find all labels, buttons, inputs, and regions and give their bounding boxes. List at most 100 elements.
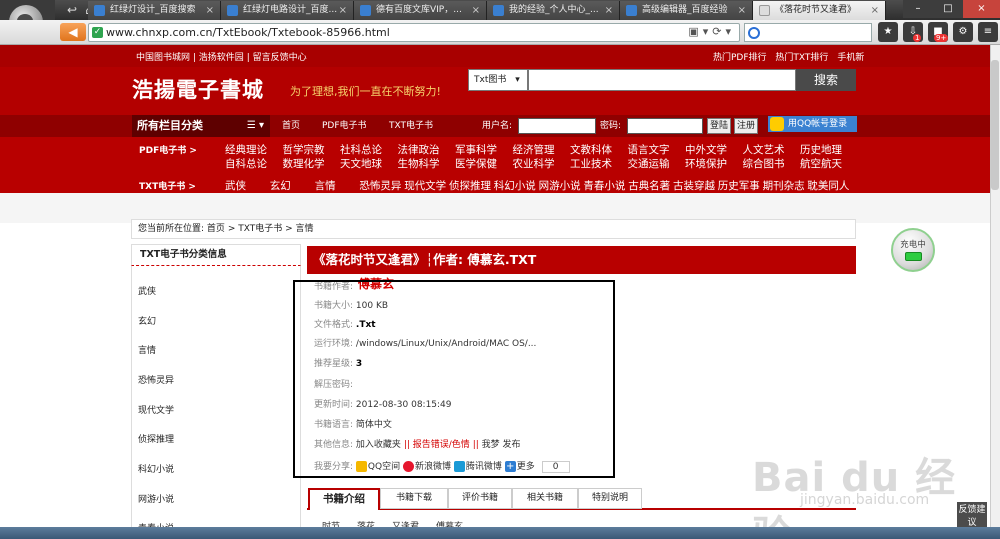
category-link[interactable]: 经典理论: [225, 142, 267, 157]
top-right-link[interactable]: 热门TXT排行: [775, 53, 828, 63]
top-link[interactable]: 留言反馈中心: [253, 53, 307, 63]
charging-widget[interactable]: 充电中: [891, 228, 935, 272]
tab-2[interactable]: 红绿灯电路设计_百度... ×: [221, 1, 354, 20]
close-tab-icon[interactable]: ×: [339, 1, 347, 20]
tab-related-books[interactable]: 相关书籍: [512, 488, 578, 509]
tab-special-note[interactable]: 特别说明: [578, 488, 642, 509]
back-arrow-icon[interactable]: ↩: [63, 2, 81, 18]
back-button[interactable]: ◀: [60, 23, 86, 41]
site-search-input[interactable]: [528, 69, 796, 91]
tab-5[interactable]: 高级编辑器_百度经验 ×: [620, 1, 753, 20]
category-link[interactable]: 经济管理: [513, 142, 555, 157]
list-menu-icon: ☰ ▾: [246, 120, 264, 131]
breadcrumb-txt[interactable]: TXT电子书: [238, 224, 282, 234]
sidebar-item[interactable]: 科幻小说: [138, 462, 174, 475]
category-link[interactable]: 军事科学: [455, 142, 497, 157]
all-categories-menu[interactable]: 所有栏目分类 ☰ ▾: [132, 115, 270, 137]
category-link[interactable]: 语言文字: [628, 142, 670, 157]
category-link[interactable]: 恐怖灵异: [359, 178, 401, 193]
minimize-icon[interactable]: –: [903, 0, 933, 18]
search-button[interactable]: 搜索: [796, 69, 856, 91]
address-bar[interactable]: ✓ www.chnxp.com.cn/TxtEbook/Txtebook-859…: [88, 23, 740, 42]
category-link[interactable]: 自科总论: [225, 156, 267, 171]
top-link[interactable]: 浩扬软件园: [199, 53, 244, 63]
tab-review-book[interactable]: 评价书籍: [448, 488, 512, 509]
close-tab-icon[interactable]: ×: [206, 1, 214, 20]
password-input[interactable]: [627, 118, 703, 134]
close-tab-icon[interactable]: ×: [472, 1, 480, 20]
pdf-category-header[interactable]: PDF电子书 >: [139, 143, 197, 156]
category-link[interactable]: 天文地球: [340, 156, 382, 171]
category-link[interactable]: 哲学宗教: [283, 142, 325, 157]
favorites-star-icon[interactable]: ★: [878, 22, 898, 42]
sidebar-item[interactable]: 玄幻: [138, 314, 156, 327]
qq-login-button[interactable]: 用QQ帐号登录: [768, 116, 857, 132]
tab-1[interactable]: 红绿灯设计_百度搜索 ×: [88, 1, 221, 20]
category-link[interactable]: 古装穿越: [673, 178, 715, 193]
category-link[interactable]: 侦探推理: [449, 178, 491, 193]
close-window-icon[interactable]: ×: [963, 0, 1000, 18]
category-link[interactable]: 历史军事: [718, 178, 760, 193]
sidebar-item[interactable]: 武侠: [138, 284, 156, 297]
top-right-link[interactable]: 手机新: [837, 53, 864, 63]
category-link[interactable]: 法律政治: [398, 142, 440, 157]
nav-txt[interactable]: TXT电子书: [389, 115, 433, 137]
category-link[interactable]: 青春小说: [583, 178, 625, 193]
menu-icon[interactable]: ≡: [978, 22, 998, 42]
tab-3[interactable]: 德有百度文库VIP，... ×: [354, 1, 487, 20]
category-link[interactable]: 中外文学: [685, 142, 727, 157]
breadcrumb-current[interactable]: 言情: [296, 224, 314, 234]
nav-pdf[interactable]: PDF电子书: [322, 115, 367, 137]
site-title[interactable]: 浩揚電子書城: [132, 74, 264, 104]
sidebar-item[interactable]: 言情: [138, 343, 156, 356]
sidebar-item[interactable]: 侦探推理: [138, 432, 174, 445]
txt-category-header[interactable]: TXT电子书 >: [139, 179, 196, 192]
tools-icon[interactable]: ⚙: [953, 22, 973, 42]
sidebar-item[interactable]: 恐怖灵异: [138, 373, 174, 386]
category-link[interactable]: 古典名著: [628, 178, 670, 193]
category-link[interactable]: 玄幻: [270, 178, 291, 193]
category-link[interactable]: 综合图书: [743, 156, 785, 171]
address-bar-icons[interactable]: ▣▾⟳▾: [688, 25, 735, 38]
register-button[interactable]: 注册: [734, 118, 758, 134]
search-type-select[interactable]: Txt图书 ▾: [468, 69, 528, 91]
category-link[interactable]: 言情: [315, 178, 336, 193]
category-link[interactable]: 耽美同人: [807, 178, 849, 193]
browser-search-input[interactable]: [744, 23, 872, 42]
category-link[interactable]: 医学保健: [455, 156, 497, 171]
login-button[interactable]: 登陆: [707, 118, 731, 134]
category-link[interactable]: 社科总论: [340, 142, 382, 157]
nav-home[interactable]: 首页: [282, 115, 300, 137]
category-link[interactable]: 期刊杂志: [763, 178, 805, 193]
category-link[interactable]: 环境保护: [685, 156, 727, 171]
sidebar-item[interactable]: 现代文学: [138, 403, 174, 416]
close-tab-icon[interactable]: ×: [871, 1, 879, 20]
sidebar-item[interactable]: 网游小说: [138, 492, 174, 505]
category-link[interactable]: 现代文学: [404, 178, 446, 193]
top-right-link[interactable]: 热门PDF排行: [713, 53, 767, 63]
maximize-icon[interactable]: □: [933, 0, 963, 18]
category-link[interactable]: 农业科学: [513, 156, 555, 171]
tab-book-download[interactable]: 书籍下载: [380, 488, 448, 509]
category-link[interactable]: 数理化学: [283, 156, 325, 171]
tab-4[interactable]: 我的经验_个人中心_... ×: [487, 1, 620, 20]
top-link[interactable]: 中国图书城网: [136, 53, 190, 63]
category-link[interactable]: 武侠: [225, 178, 246, 193]
close-tab-icon[interactable]: ×: [738, 1, 746, 20]
tab-book-intro[interactable]: 书籍介绍: [308, 488, 380, 510]
category-link[interactable]: 历史地理: [800, 142, 842, 157]
category-link[interactable]: 人文艺术: [743, 142, 785, 157]
breadcrumb-home[interactable]: 首页: [207, 224, 225, 234]
scrollbar-thumb[interactable]: [991, 60, 999, 190]
category-link[interactable]: 网游小说: [539, 178, 581, 193]
breadcrumb: 您当前所在位置: 首页 > TXT电子书 > 言情: [131, 219, 856, 239]
category-link[interactable]: 科幻小说: [494, 178, 536, 193]
category-link[interactable]: 生物科学: [398, 156, 440, 171]
category-link[interactable]: 航空航天: [800, 156, 842, 171]
tab-6-active[interactable]: 《落花时节又逢君》 ×: [753, 1, 886, 20]
category-link[interactable]: 工业技术: [570, 156, 612, 171]
username-input[interactable]: [518, 118, 596, 134]
close-tab-icon[interactable]: ×: [605, 1, 613, 20]
category-link[interactable]: 文教科体: [570, 142, 612, 157]
category-link[interactable]: 交通运输: [628, 156, 670, 171]
